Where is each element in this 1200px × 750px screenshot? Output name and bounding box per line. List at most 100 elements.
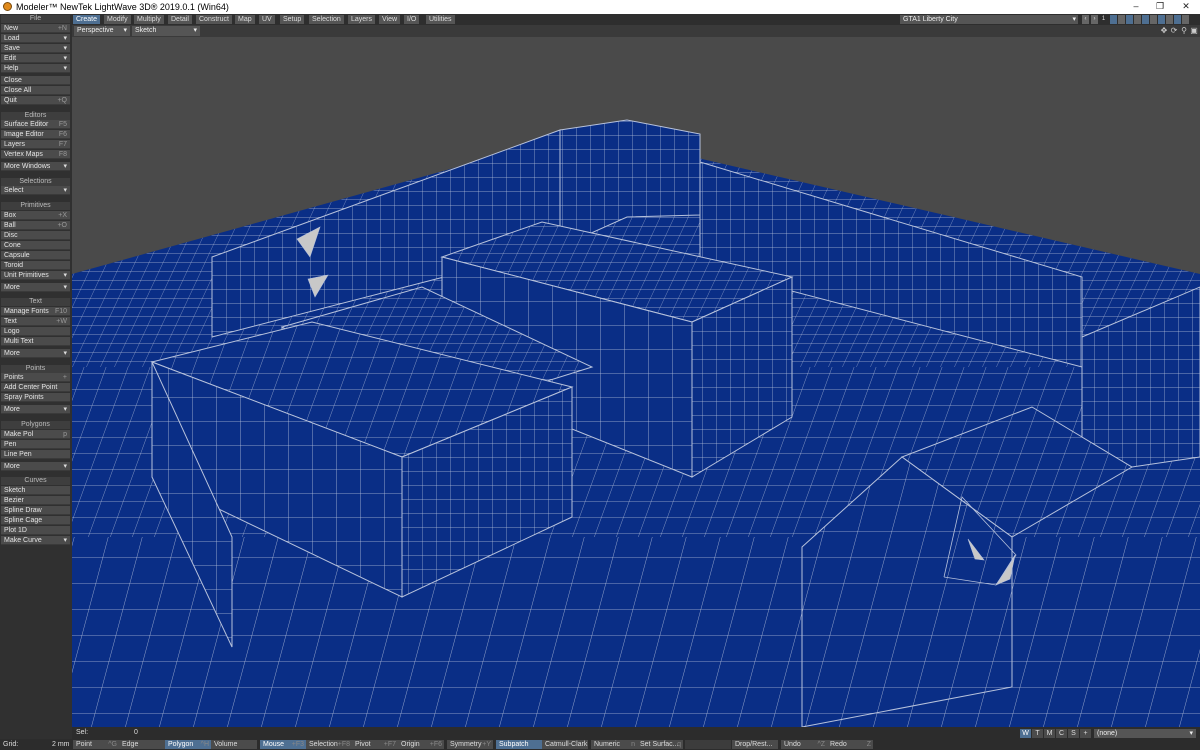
make-pol-button[interactable]: Make Pol p	[1, 430, 70, 439]
selection-action-button[interactable]: Selection +F8	[306, 740, 352, 749]
minimize-button[interactable]: –	[1124, 0, 1148, 14]
layer-slot-7[interactable]	[1158, 15, 1165, 24]
close-button[interactable]: ✕	[1174, 0, 1198, 14]
view-type-select[interactable]: Perspective ▾	[74, 26, 130, 36]
perspective-viewport[interactable]	[72, 37, 1200, 727]
spray-points-button[interactable]: Spray Points	[1, 393, 70, 402]
tab-detail[interactable]: Detail	[168, 15, 192, 24]
surface-select[interactable]: (none) ▾	[1094, 729, 1196, 738]
maximize-view-icon[interactable]: ▣	[1190, 26, 1198, 35]
more-windows-menu[interactable]: More Windows ▾	[1, 162, 70, 171]
view-t-button[interactable]: T	[1032, 729, 1043, 738]
tab-create[interactable]: Create	[73, 15, 101, 24]
pen-button[interactable]: Pen	[1, 440, 70, 449]
undo-button[interactable]: Undo ^Z	[781, 740, 827, 749]
text-button[interactable]: Text +W	[1, 317, 70, 326]
quit-button[interactable]: Quit +Q	[1, 96, 70, 105]
tab-selection[interactable]: Selection	[309, 15, 344, 24]
pivot-action-button[interactable]: Pivot +F7	[352, 740, 398, 749]
layer-slot-8[interactable]	[1166, 15, 1173, 24]
tab-view[interactable]: View	[379, 15, 401, 24]
spline-draw-button[interactable]: Spline Draw	[1, 506, 70, 515]
tab-layers[interactable]: Layers	[348, 15, 376, 24]
subpatch-toggle[interactable]: Subpatch	[496, 740, 542, 749]
tab-setup[interactable]: Setup	[280, 15, 305, 24]
save-menu[interactable]: Save ▾	[1, 44, 70, 53]
layer-prev-button[interactable]: ‹	[1082, 15, 1089, 24]
symmetry-toggle[interactable]: Symmetry +Y	[447, 740, 493, 749]
points-more-menu[interactable]: More ▾	[1, 405, 70, 414]
load-menu[interactable]: Load ▾	[1, 34, 70, 43]
ball-button[interactable]: Ball +O	[1, 221, 70, 230]
view-c-button[interactable]: C	[1056, 729, 1067, 738]
layer-slot-5[interactable]	[1142, 15, 1149, 24]
layer-slot-1[interactable]	[1110, 15, 1117, 24]
render-mode-select[interactable]: Sketch ▾	[132, 26, 200, 36]
select-menu[interactable]: Select ▾	[1, 186, 70, 195]
logo-button[interactable]: Logo	[1, 327, 70, 336]
plot-1d-button[interactable]: Plot 1D	[1, 526, 70, 535]
image-editor-button[interactable]: Image Editor F6	[1, 130, 70, 139]
primitives-more-menu[interactable]: More ▾	[1, 283, 70, 292]
redo-button[interactable]: Redo Z	[827, 740, 873, 749]
close-all-button[interactable]: Close All	[1, 86, 70, 95]
mesh-canvas[interactable]	[72, 37, 1200, 727]
new-button[interactable]: New +N	[1, 24, 70, 33]
layer-slot-10[interactable]	[1182, 15, 1189, 24]
polygon-mode-button[interactable]: Polygon ^H	[165, 740, 211, 749]
close-file-button[interactable]: Close	[1, 76, 70, 85]
layers-button[interactable]: Layers F7	[1, 140, 70, 149]
points-button[interactable]: Points +	[1, 373, 70, 382]
layer-slot-2[interactable]	[1118, 15, 1125, 24]
layer-slot-6[interactable]	[1150, 15, 1157, 24]
cone-button[interactable]: Cone	[1, 241, 70, 250]
layer-select[interactable]: GTA1 Liberty City ▾	[900, 15, 1078, 24]
toroid-button[interactable]: Toroid	[1, 261, 70, 270]
origin-action-button[interactable]: Origin +F6	[398, 740, 444, 749]
point-mode-button[interactable]: Point ^G	[73, 740, 119, 749]
mouse-action-button[interactable]: Mouse +F3	[260, 740, 306, 749]
layer-slot-4[interactable]	[1134, 15, 1141, 24]
drop-restore-button[interactable]: Drop/Rest...	[732, 740, 778, 749]
rotate-view-icon[interactable]: ⟳	[1170, 26, 1178, 35]
tab-map[interactable]: Map	[235, 15, 255, 24]
make-curve-menu[interactable]: Make Curve ▾	[1, 536, 70, 545]
layer-next-button[interactable]: ›	[1091, 15, 1098, 24]
disc-button[interactable]: Disc	[1, 231, 70, 240]
sketch-button[interactable]: Sketch	[1, 486, 70, 495]
tab-io[interactable]: I/O	[404, 15, 420, 24]
tab-utilities[interactable]: Utilities	[426, 15, 455, 24]
restore-button[interactable]: ❐	[1148, 0, 1172, 14]
volume-mode-button[interactable]: Volume	[211, 740, 257, 749]
set-surface-button[interactable]: Set Surfac... q	[637, 740, 683, 749]
surface-editor-button[interactable]: Surface Editor F5	[1, 120, 70, 129]
view-m-button[interactable]: M	[1044, 729, 1055, 738]
line-pen-button[interactable]: Line Pen	[1, 450, 70, 459]
layer-slot-3[interactable]	[1126, 15, 1133, 24]
multi-text-button[interactable]: Multi Text	[1, 337, 70, 346]
subdivision-type-button[interactable]: Catmull-Clark	[542, 740, 588, 749]
capsule-button[interactable]: Capsule	[1, 251, 70, 260]
text-more-menu[interactable]: More ▾	[1, 349, 70, 358]
tab-multiply[interactable]: Multiply	[134, 15, 164, 24]
tab-uv[interactable]: UV	[259, 15, 275, 24]
view-add-button[interactable]: +	[1080, 729, 1091, 738]
polygons-more-menu[interactable]: More ▾	[1, 462, 70, 471]
unit-primitives-menu[interactable]: Unit Primitives ▾	[1, 271, 70, 280]
edge-mode-button[interactable]: Edge	[119, 740, 165, 749]
help-menu[interactable]: Help ▾	[1, 64, 70, 73]
view-w-button[interactable]: W	[1020, 729, 1031, 738]
vertex-maps-button[interactable]: Vertex Maps F8	[1, 150, 70, 159]
bezier-button[interactable]: Bezier	[1, 496, 70, 505]
layer-slot-9[interactable]	[1174, 15, 1181, 24]
manage-fonts-button[interactable]: Manage Fonts F10	[1, 307, 70, 316]
spline-cage-button[interactable]: Spline Cage	[1, 516, 70, 525]
add-center-point-button[interactable]: Add Center Point	[1, 383, 70, 392]
tab-modify[interactable]: Modify	[104, 15, 131, 24]
tab-construct[interactable]: Construct	[196, 15, 232, 24]
numeric-button[interactable]: Numeric n	[591, 740, 637, 749]
zoom-view-icon[interactable]: ⚲	[1180, 26, 1188, 35]
move-view-icon[interactable]: ✥	[1160, 26, 1168, 35]
edit-menu[interactable]: Edit ▾	[1, 54, 70, 63]
view-s-button[interactable]: S	[1068, 729, 1079, 738]
